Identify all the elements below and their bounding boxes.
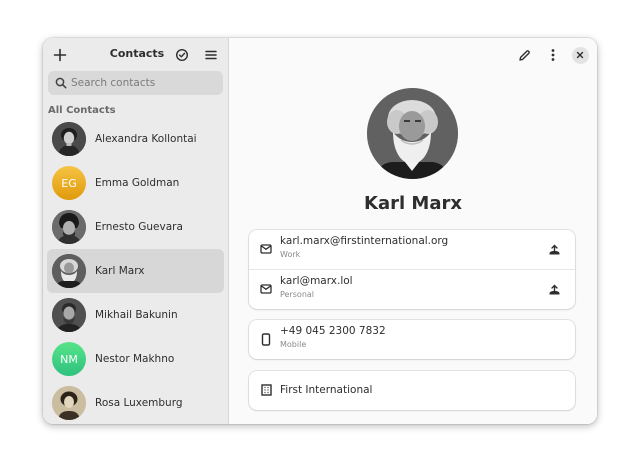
phone-row[interactable]: +49 045 2300 7832 Mobile: [249, 320, 575, 359]
email-value: karl.marx@firstinternational.org: [280, 235, 449, 247]
avatar: NM: [52, 342, 86, 376]
contact-item-emma-goldman[interactable]: EG Emma Goldman: [47, 161, 224, 205]
contact-item-rosa-luxemburg[interactable]: Rosa Luxemburg: [47, 381, 224, 424]
phone-label: Mobile: [280, 340, 307, 349]
avatar: EG: [52, 166, 86, 200]
avatar-initials: NM: [60, 352, 78, 366]
contact-name: Rosa Luxemburg: [95, 397, 183, 409]
avatar: [52, 254, 86, 288]
contacts-window: Contacts All Contacts: [43, 38, 597, 424]
email-label: Work: [280, 250, 301, 259]
main-menu-button[interactable]: [199, 43, 223, 67]
share-button[interactable]: [543, 239, 565, 261]
contact-name: Emma Goldman: [95, 177, 180, 189]
email-value: karl@marx.lol: [280, 275, 353, 287]
sidebar: Contacts All Contacts: [43, 38, 229, 424]
phone-card: +49 045 2300 7832 Mobile: [249, 320, 575, 359]
organization-row[interactable]: First International: [249, 371, 575, 410]
contact-name: Alexandra Kollontai: [95, 133, 197, 145]
email-label: Personal: [280, 290, 315, 299]
email-row-personal[interactable]: karl@marx.lol Personal: [249, 269, 575, 309]
organization-value: First International: [280, 384, 373, 396]
sidebar-header: Contacts: [43, 38, 228, 72]
avatar: [52, 298, 86, 332]
close-icon: [576, 51, 584, 59]
contact-item-nestor-makhno[interactable]: NM Nestor Makhno: [47, 337, 224, 381]
share-icon: [549, 284, 559, 295]
search-icon: [55, 77, 67, 89]
contact-detail-pane: Karl Marx karl.marx@firstinternational.o…: [229, 38, 597, 424]
contact-name: Karl Marx: [95, 265, 145, 277]
vertical-dots-icon: [551, 49, 555, 61]
pencil-icon: [518, 49, 530, 61]
mail-icon: [259, 242, 273, 256]
contact-name: Ernesto Guevara: [95, 221, 183, 233]
contact-name: Mikhail Bakunin: [95, 309, 178, 321]
phone-value: +49 045 2300 7832: [280, 325, 386, 337]
contact-list: Alexandra Kollontai EG Emma Goldman Erne…: [47, 117, 224, 424]
mail-icon: [259, 282, 273, 296]
add-contact-button[interactable]: [48, 43, 72, 67]
phone-icon: [259, 332, 273, 346]
contact-item-alexandra-kollontai[interactable]: Alexandra Kollontai: [47, 117, 224, 161]
contact-item-mikhail-bakunin[interactable]: Mikhail Bakunin: [47, 293, 224, 337]
avatar: [52, 122, 86, 156]
check-circle-icon: [175, 48, 189, 62]
close-button[interactable]: [569, 44, 591, 66]
avatar: [52, 386, 86, 420]
contact-name: Nestor Makhno: [95, 353, 175, 365]
email-card: karl.marx@firstinternational.org Work ka…: [249, 230, 575, 309]
contact-avatar: [367, 88, 458, 179]
avatar: [52, 210, 86, 244]
contact-full-name: Karl Marx: [364, 193, 462, 214]
contact-item-karl-marx[interactable]: Karl Marx: [47, 249, 224, 293]
more-options-button[interactable]: [541, 43, 565, 67]
avatar-initials: EG: [61, 176, 77, 190]
contact-item-ernesto-guevara[interactable]: Ernesto Guevara: [47, 205, 224, 249]
hamburger-icon: [205, 50, 217, 60]
plus-icon: [53, 48, 67, 62]
share-button[interactable]: [543, 279, 565, 301]
organization-card: First International: [249, 371, 575, 410]
share-icon: [549, 244, 559, 255]
select-button[interactable]: [170, 43, 194, 67]
email-row-work[interactable]: karl.marx@firstinternational.org Work: [249, 230, 575, 269]
search-input[interactable]: [71, 77, 211, 89]
building-icon: [259, 383, 273, 397]
sidebar-title: Contacts: [109, 47, 165, 60]
search-bar: [48, 71, 223, 95]
edit-button[interactable]: [512, 43, 536, 67]
section-label: All Contacts: [48, 105, 116, 116]
